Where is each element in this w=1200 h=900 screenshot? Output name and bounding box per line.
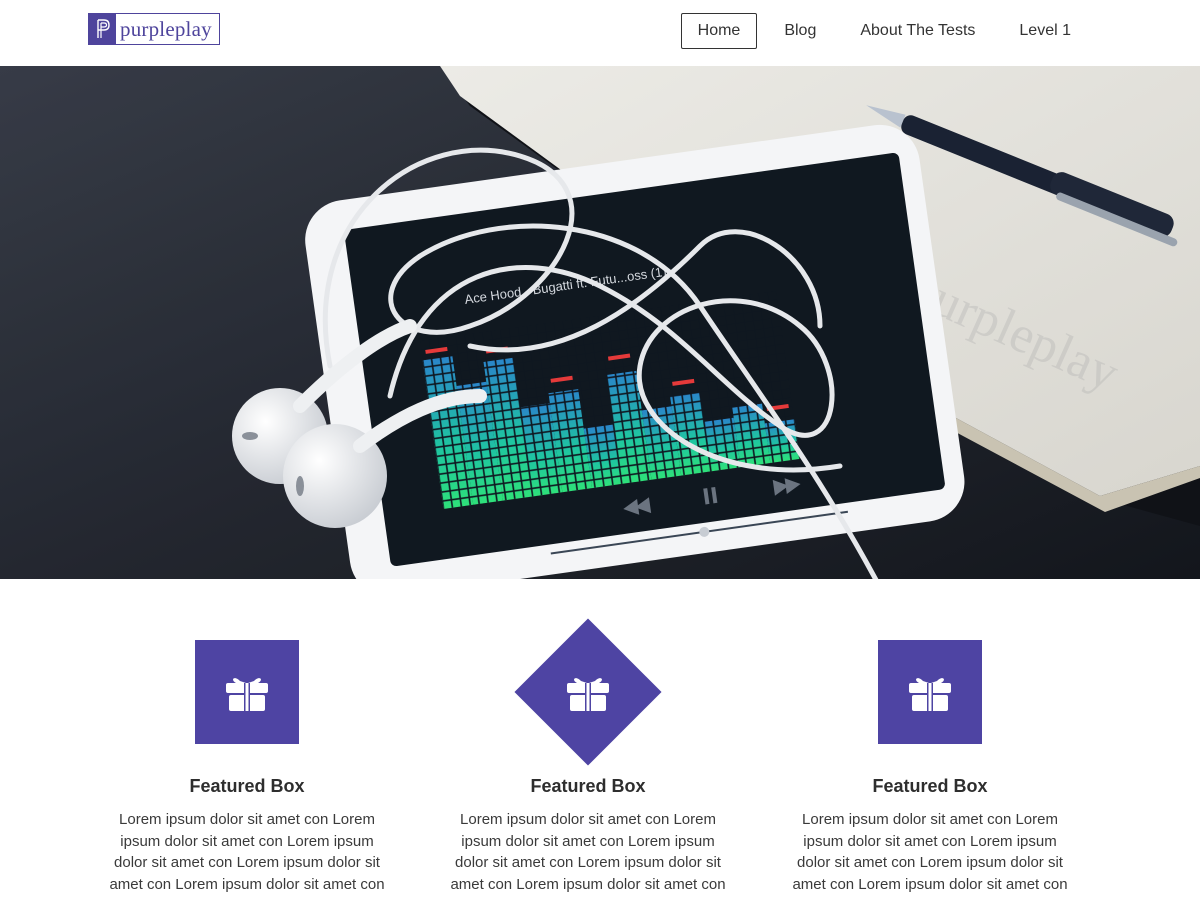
featured-box-title: Featured Box bbox=[530, 776, 646, 796]
nav-item-level-1[interactable]: Level 1 bbox=[1002, 13, 1088, 49]
featured-box-text: Lorem ipsum dolor sit amet con Lorem ips… bbox=[109, 811, 385, 893]
featured-box-icon-tile bbox=[514, 618, 662, 766]
site-logo[interactable]: purpleplay bbox=[88, 13, 220, 45]
logo-mark-icon bbox=[89, 14, 116, 44]
featured-section: Featured Box Lorem ipsum dolor sit amet … bbox=[0, 579, 1200, 900]
featured-box-title: Featured Box bbox=[872, 776, 988, 796]
featured-box-icon-tile bbox=[195, 640, 299, 744]
gift-icon bbox=[907, 669, 953, 715]
nav-item-about-the-tests[interactable]: About The Tests bbox=[843, 13, 992, 49]
gift-icon bbox=[224, 669, 270, 715]
featured-box-title: Featured Box bbox=[189, 776, 305, 796]
nav-item-blog[interactable]: Blog bbox=[767, 13, 833, 49]
featured-box-text: Lorem ipsum dolor sit amet con Lorem ips… bbox=[792, 811, 1068, 893]
site-header: purpleplay Home Blog About The Tests Lev… bbox=[0, 0, 1200, 66]
gift-icon bbox=[565, 669, 611, 715]
main-nav: Home Blog About The Tests Level 1 bbox=[680, 13, 1088, 49]
hero-banner-image: P purpleplay bbox=[0, 66, 1200, 579]
featured-box-icon-tile bbox=[878, 640, 982, 744]
logo-text: purpleplay bbox=[120, 16, 212, 41]
nav-item-home[interactable]: Home bbox=[680, 13, 758, 49]
featured-box-text: Lorem ipsum dolor sit amet con Lorem ips… bbox=[450, 811, 726, 893]
